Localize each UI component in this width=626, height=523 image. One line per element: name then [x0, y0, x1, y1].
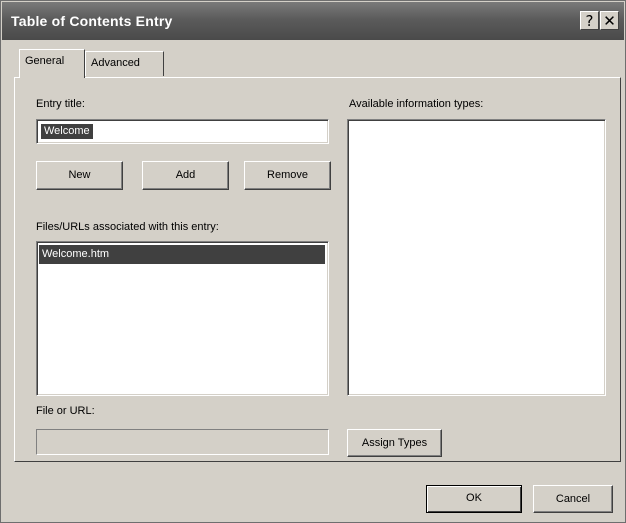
associated-files-label: Files/URLs associated with this entry: — [36, 221, 219, 233]
cancel-button[interactable]: Cancel — [533, 485, 613, 513]
new-button[interactable]: New — [36, 161, 123, 190]
ok-button[interactable]: OK — [426, 485, 522, 513]
file-url-label: File or URL: — [36, 405, 95, 417]
available-types-label: Available information types: — [349, 98, 484, 110]
available-types-list[interactable] — [347, 119, 606, 396]
tab-general[interactable]: General — [19, 49, 85, 78]
tab-advanced[interactable]: Advanced — [85, 51, 164, 76]
assign-types-button[interactable]: Assign Types — [347, 429, 442, 457]
entry-title-input[interactable]: Welcome — [36, 119, 329, 144]
entry-title-label: Entry title: — [36, 98, 85, 110]
help-button[interactable]: ? — [580, 11, 599, 30]
file-url-field — [36, 429, 329, 455]
title-bar[interactable]: Table of Contents Entry ? ✕ — [2, 2, 624, 40]
associated-files-list[interactable]: Welcome.htm — [36, 241, 329, 396]
close-icon: ✕ — [603, 12, 616, 30]
entry-title-value: Welcome — [41, 124, 93, 139]
table-of-contents-entry-dialog: Table of Contents Entry ? ✕ General Adva… — [0, 0, 626, 523]
remove-button[interactable]: Remove — [244, 161, 331, 190]
help-icon: ? — [585, 12, 594, 30]
list-item[interactable]: Welcome.htm — [39, 245, 325, 264]
close-button[interactable]: ✕ — [600, 11, 619, 30]
window-title: Table of Contents Entry — [11, 13, 173, 29]
add-button[interactable]: Add — [142, 161, 229, 190]
